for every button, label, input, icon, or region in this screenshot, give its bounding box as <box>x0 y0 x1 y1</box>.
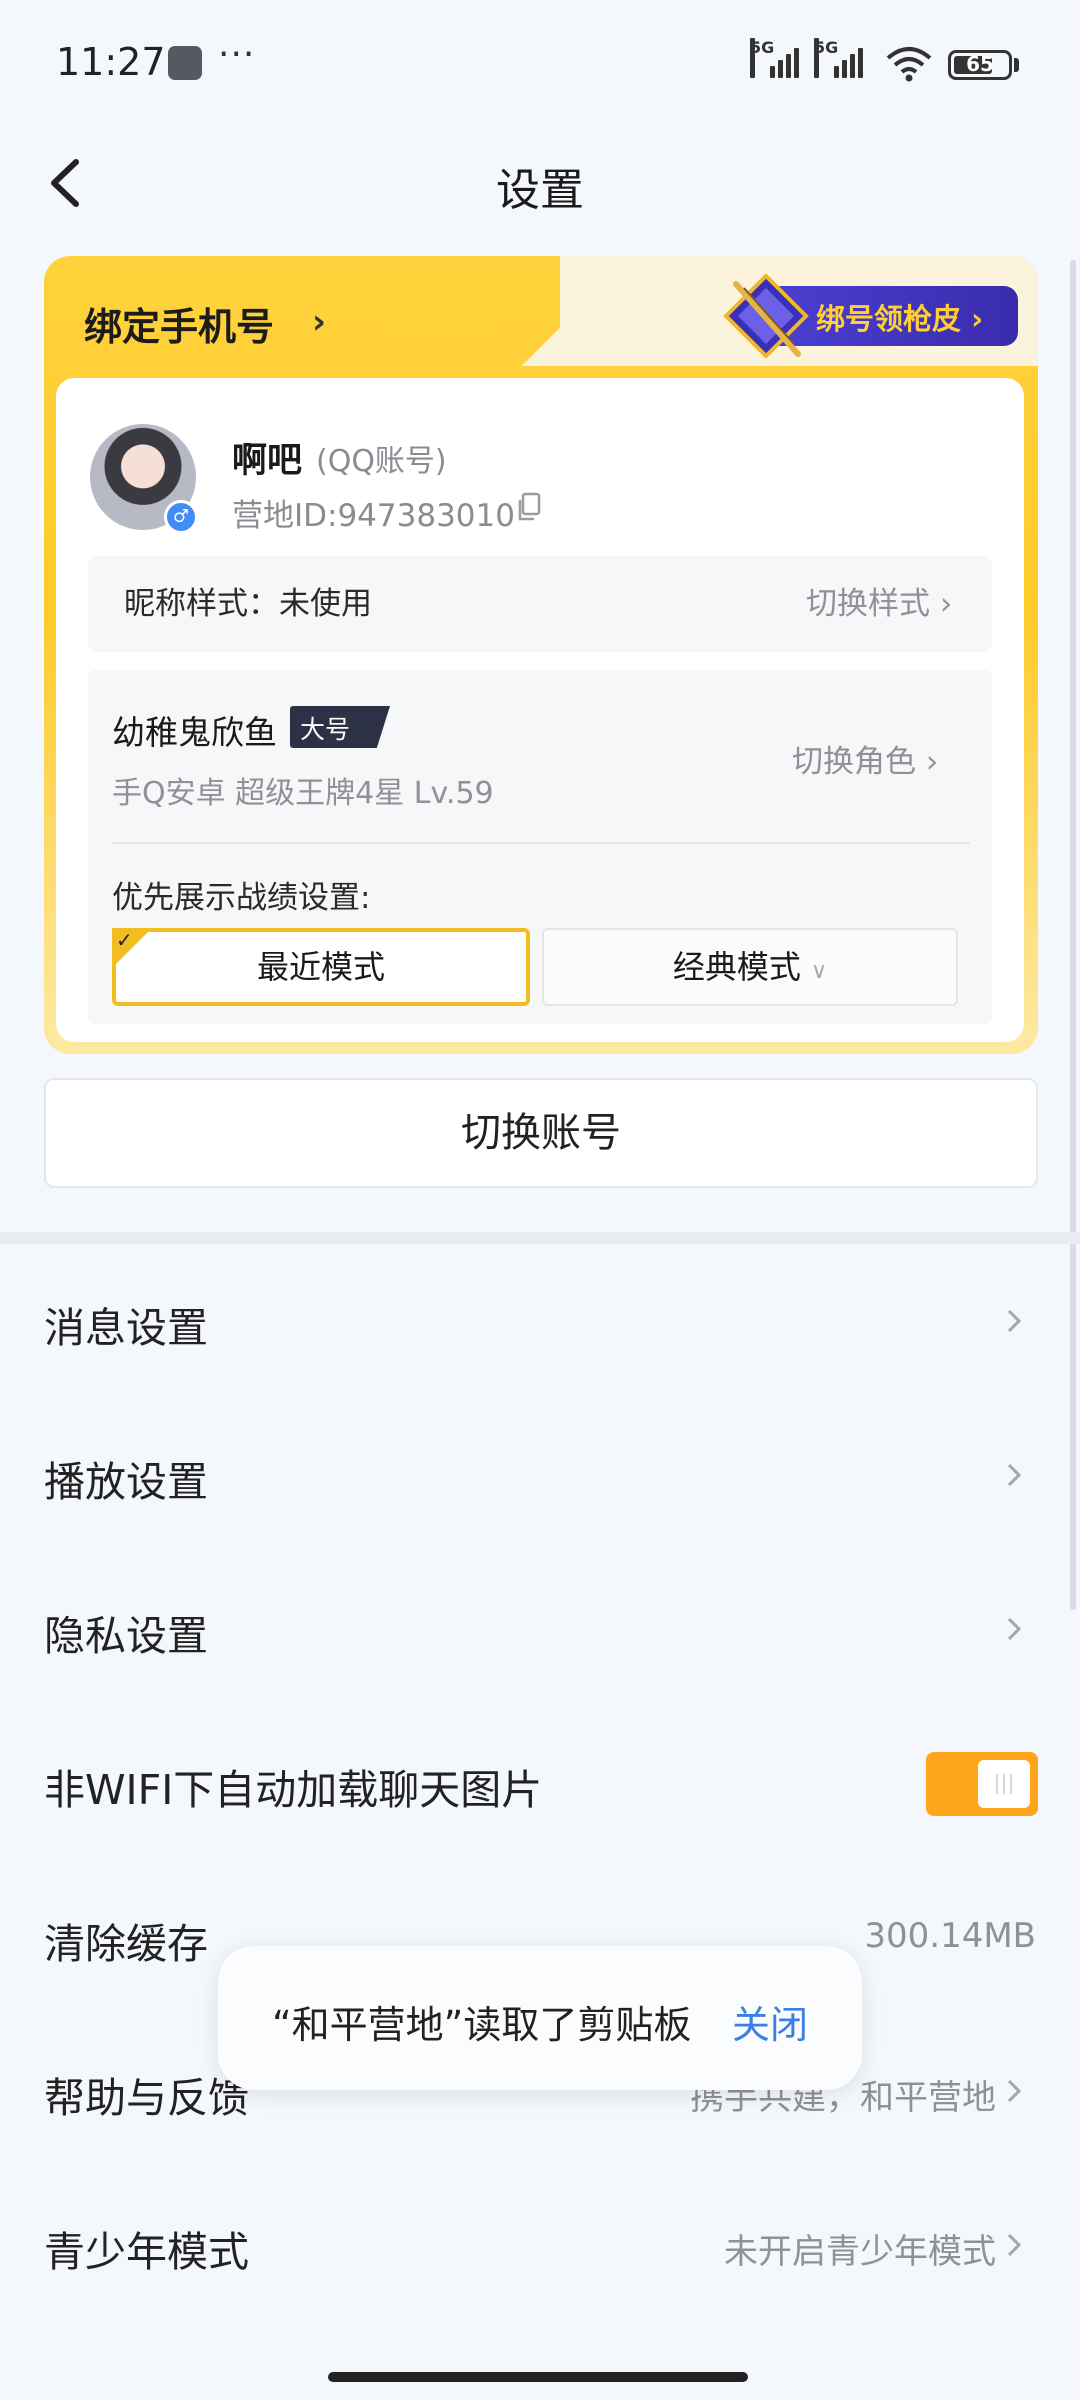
classic-mode-label: 经典模式 <box>672 948 801 986</box>
classic-mode-dropdown[interactable]: 经典模式 ∨ <box>542 928 958 1006</box>
playback-settings-item[interactable]: 播放设置 <box>44 1448 208 1508</box>
copy-icon[interactable] <box>516 492 542 522</box>
role-name: 幼稚鬼欣鱼 <box>112 713 277 752</box>
chevron-right-icon: › <box>939 586 953 622</box>
priority-stats-label: 优先展示战绩设置: <box>112 880 371 916</box>
page-title: 设置 <box>496 165 584 216</box>
divider <box>112 842 970 844</box>
main-account-badge: 大号 <box>290 706 390 748</box>
app-notification-icon <box>168 46 202 80</box>
bind-phone-chevron-icon: › <box>312 302 327 342</box>
help-feedback-item[interactable]: 帮助与反馈 <box>44 2064 249 2124</box>
status-time: 11:27 <box>56 40 166 84</box>
banner-slope <box>520 256 640 366</box>
youth-mode-item[interactable]: 青少年模式 <box>44 2218 249 2278</box>
switch-account-button[interactable]: 切换账号 <box>44 1078 1038 1188</box>
toast-close-button[interactable]: 关闭 <box>732 1994 808 2049</box>
cache-size: 300.14MB <box>864 1916 1036 1956</box>
clear-cache-item[interactable]: 清除缓存 <box>44 1910 208 1970</box>
switch-style-link[interactable]: 切换样式 › <box>806 578 952 623</box>
main-account-badge-label: 大号 <box>300 715 351 744</box>
check-icon: ✓ <box>116 928 133 952</box>
toggle-knob <box>978 1760 1030 1808</box>
chevron-down-icon: ∨ <box>811 959 828 984</box>
scrollbar[interactable] <box>1070 260 1076 1610</box>
clipboard-toast-text: “和平营地”读取了剪贴板 <box>272 2003 692 2047</box>
network-type-1: 5G <box>750 38 774 78</box>
youth-mode-value: 未开启青少年模式 <box>724 2232 996 2272</box>
chevron-right-icon <box>1007 2233 1022 2257</box>
home-indicator[interactable] <box>328 2372 748 2382</box>
promo-label: 绑号领枪皮 <box>816 302 962 336</box>
recent-mode-option[interactable]: 最近模式 <box>112 928 530 1006</box>
camp-id: 营地ID:947383010 <box>232 498 515 534</box>
signal-1-icon: 5G <box>750 38 808 78</box>
nickname-style-label: 昵称样式：未使用 <box>124 586 372 622</box>
switch-style-label: 切换样式 <box>806 586 930 622</box>
chevron-right-icon <box>1007 2079 1022 2103</box>
switch-role-link[interactable]: 切换角色 › <box>792 736 938 781</box>
role-meta: 手Q安卓 超级王牌4星 Lv.59 <box>112 776 494 811</box>
more-notifications-icon: ··· <box>218 34 256 75</box>
male-gender-icon: ♂ <box>164 500 198 534</box>
chevron-right-icon: › <box>925 744 939 780</box>
privacy-settings-item[interactable]: 隐私设置 <box>44 1602 208 1662</box>
battery-level: 65 <box>966 52 994 76</box>
account-name: 啊吧 <box>232 441 303 481</box>
message-settings-item[interactable]: 消息设置 <box>44 1294 208 1354</box>
account-type: (QQ账号) <box>316 444 447 479</box>
bind-phone-link[interactable]: 绑定手机号 <box>84 296 274 351</box>
switch-role-label: 切换角色 <box>792 744 916 780</box>
chevron-right-icon <box>1007 1309 1022 1333</box>
gun-skin-icon <box>723 273 809 359</box>
section-divider <box>0 1232 1080 1244</box>
wifi-icon <box>886 47 932 82</box>
auto-load-images-label: 非WIFI下自动加载聊天图片 <box>44 1766 543 1814</box>
chevron-right-icon <box>1007 1617 1022 1641</box>
signal-2-icon: 5G <box>814 38 872 78</box>
chevron-right-icon <box>1007 1463 1022 1487</box>
battery-tip <box>1014 58 1019 72</box>
network-type-2: 5G <box>814 38 838 78</box>
battery-icon: 65 <box>948 50 1012 80</box>
